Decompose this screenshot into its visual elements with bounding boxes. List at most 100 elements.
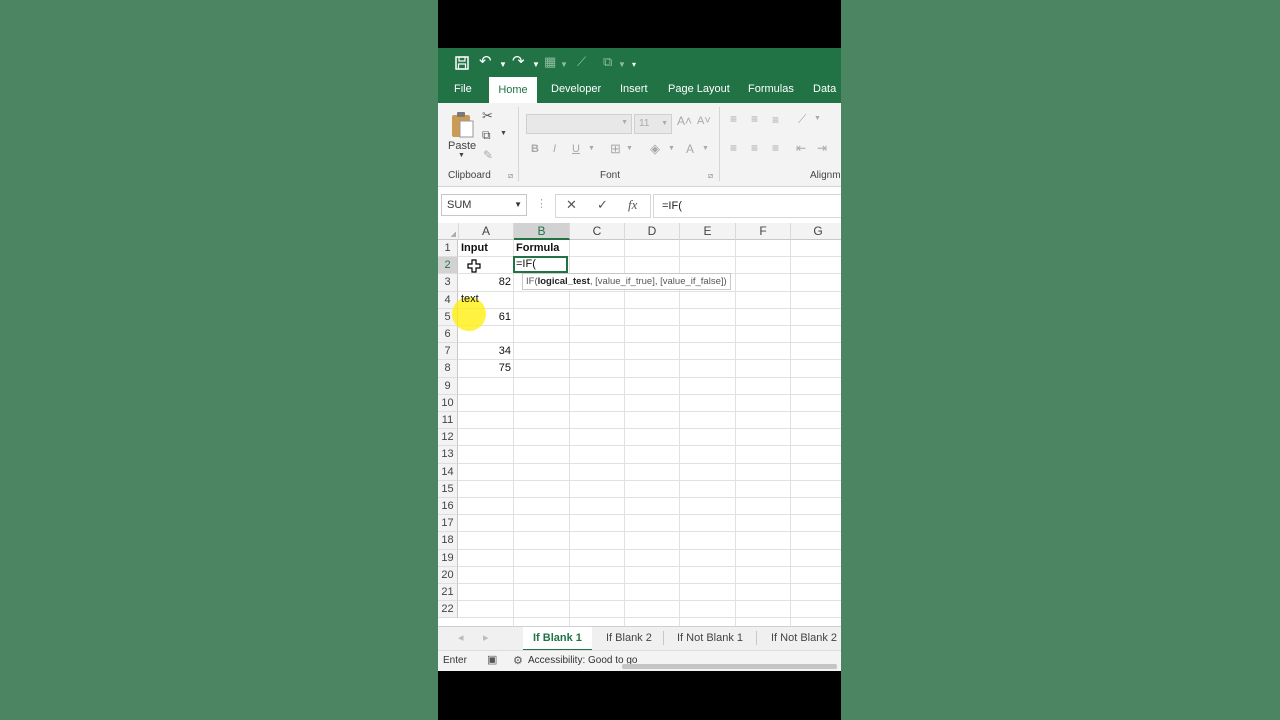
- underline-button[interactable]: U: [572, 143, 580, 155]
- paste-icon[interactable]: [450, 111, 474, 139]
- horizontal-scrollbar[interactable]: [622, 664, 837, 669]
- align-top-icon[interactable]: ≡: [730, 112, 737, 126]
- row-header-6[interactable]: 6: [438, 326, 458, 344]
- undo-icon[interactable]: ↶: [479, 53, 492, 71]
- row-header-15[interactable]: 15: [438, 480, 458, 498]
- column-header-d[interactable]: D: [625, 223, 680, 240]
- row-header-1[interactable]: 1: [438, 240, 458, 258]
- borders-icon[interactable]: ⊞: [610, 141, 621, 157]
- tab-developer[interactable]: Developer: [551, 76, 601, 103]
- font-name-dropdown-icon[interactable]: ▼: [621, 119, 628, 126]
- paste-label[interactable]: Paste: [448, 140, 476, 152]
- cell-a1[interactable]: Input: [461, 240, 488, 257]
- table-icon[interactable]: ▦: [544, 53, 556, 71]
- save-icon[interactable]: [454, 54, 470, 72]
- customize-qat-icon[interactable]: ▾: [632, 56, 636, 74]
- cell-a8[interactable]: 75: [459, 360, 511, 377]
- font-size-dropdown-icon[interactable]: ▼: [657, 115, 668, 133]
- increase-indent-icon[interactable]: ⇥: [817, 141, 827, 155]
- format-painter-icon[interactable]: ✎: [483, 148, 493, 162]
- row-header-10[interactable]: 10: [438, 394, 458, 412]
- underline-dropdown-icon[interactable]: ▼: [588, 145, 595, 152]
- row-header-16[interactable]: 16: [438, 498, 458, 516]
- font-launcher-icon[interactable]: ⧄: [708, 171, 713, 181]
- accessibility-status[interactable]: Accessibility: Good to go: [528, 655, 638, 666]
- row-header-3[interactable]: 3: [438, 274, 458, 292]
- copy-dropdown-icon[interactable]: ▼: [500, 130, 507, 137]
- italic-button[interactable]: I: [553, 143, 556, 155]
- cell-a5[interactable]: 61: [459, 309, 511, 326]
- column-header-a[interactable]: A: [459, 223, 514, 240]
- name-box[interactable]: SUM ▼: [441, 194, 527, 216]
- sheet-tab-if-blank-2[interactable]: If Blank 2: [606, 627, 652, 649]
- row-header-17[interactable]: 17: [438, 515, 458, 533]
- orientation-dropdown-icon[interactable]: ▼: [814, 115, 821, 122]
- row-header-20[interactable]: 20: [438, 566, 458, 584]
- row-header-14[interactable]: 14: [438, 463, 458, 481]
- row-header-12[interactable]: 12: [438, 429, 458, 447]
- orientation-icon[interactable]: ⟋: [798, 112, 806, 127]
- font-color-dropdown-icon[interactable]: ▼: [702, 145, 709, 152]
- select-all-corner[interactable]: ◢: [438, 223, 459, 240]
- increase-font-icon[interactable]: A˄: [677, 114, 692, 128]
- font-color-icon[interactable]: A: [686, 142, 694, 156]
- bold-button[interactable]: B: [531, 143, 539, 155]
- font-name-box[interactable]: ▼: [526, 114, 632, 134]
- redo-dropdown-icon[interactable]: ▼: [532, 56, 540, 74]
- formula-input[interactable]: =IF(: [653, 194, 841, 218]
- fill-dropdown-icon[interactable]: ▼: [668, 145, 675, 152]
- row-header-9[interactable]: 9: [438, 377, 458, 395]
- macro-record-icon[interactable]: ▣: [487, 653, 497, 666]
- undo-dropdown-icon[interactable]: ▼: [499, 56, 507, 74]
- column-header-c[interactable]: C: [570, 223, 625, 240]
- redo-icon[interactable]: ↷: [512, 53, 525, 71]
- tooltip-arg-logical-test[interactable]: logical_test: [538, 276, 590, 287]
- row-header-7[interactable]: 7: [438, 343, 458, 361]
- cell-a3[interactable]: 82: [459, 274, 511, 291]
- borders-dropdown-icon[interactable]: ▼: [626, 145, 633, 152]
- align-bottom-icon[interactable]: ≡: [772, 113, 779, 127]
- fill-color-icon[interactable]: ◈: [650, 141, 660, 157]
- tab-insert[interactable]: Insert: [620, 76, 648, 103]
- align-right-icon[interactable]: ≡: [772, 141, 779, 155]
- cut-icon[interactable]: ✂: [482, 108, 493, 124]
- row-header-11[interactable]: 11: [438, 412, 458, 430]
- cell-a4[interactable]: text: [461, 291, 479, 308]
- sheet-tab-if-not-blank-2[interactable]: If Not Blank 2: [771, 627, 837, 649]
- font-size-box[interactable]: 11 ▼: [634, 114, 672, 134]
- row-header-8[interactable]: 8: [438, 360, 458, 378]
- align-left-icon[interactable]: ≡: [730, 141, 737, 155]
- sort-icon[interactable]: ⧉: [603, 53, 612, 71]
- tab-file[interactable]: File: [454, 76, 472, 103]
- enter-icon[interactable]: ✓: [597, 197, 608, 213]
- column-header-f[interactable]: F: [736, 223, 791, 240]
- row-header-18[interactable]: 18: [438, 532, 458, 550]
- column-header-g[interactable]: G: [791, 223, 841, 240]
- sheet-tab-if-blank-1[interactable]: If Blank 1: [523, 627, 592, 651]
- scroll-sheets-right-icon[interactable]: ▸: [483, 627, 489, 649]
- row-header-2[interactable]: 2: [438, 257, 458, 275]
- row-header-22[interactable]: 22: [438, 601, 458, 619]
- active-cell-b2[interactable]: =IF(: [513, 256, 568, 273]
- decrease-font-icon[interactable]: A˅: [697, 115, 711, 127]
- sheet-tab-if-not-blank-1[interactable]: If Not Blank 1: [677, 627, 743, 649]
- tab-formulas[interactable]: Formulas: [748, 76, 794, 103]
- column-header-b[interactable]: B: [514, 223, 570, 240]
- table-dropdown-icon[interactable]: ▼: [560, 56, 568, 74]
- sort-dropdown-icon[interactable]: ▼: [618, 56, 626, 74]
- clipboard-launcher-icon[interactable]: ⧄: [508, 171, 513, 181]
- tab-data[interactable]: Data: [813, 76, 836, 103]
- row-header-21[interactable]: 21: [438, 584, 458, 602]
- cancel-icon[interactable]: ✕: [566, 197, 577, 213]
- name-box-dropdown-icon[interactable]: ▼: [509, 195, 522, 215]
- cell-b1[interactable]: Formula: [516, 240, 559, 257]
- accessibility-icon[interactable]: ⚙: [513, 654, 523, 667]
- cell-a7[interactable]: 34: [459, 343, 511, 360]
- align-middle-icon[interactable]: ≡: [751, 112, 758, 126]
- scroll-sheets-left-icon[interactable]: ◂: [458, 627, 464, 649]
- row-header-13[interactable]: 13: [438, 446, 458, 464]
- format-icon[interactable]: ⟋: [577, 53, 586, 71]
- copy-icon[interactable]: ⧉: [482, 128, 491, 143]
- paste-dropdown-icon[interactable]: ▼: [458, 152, 465, 159]
- tab-page-layout[interactable]: Page Layout: [668, 76, 730, 103]
